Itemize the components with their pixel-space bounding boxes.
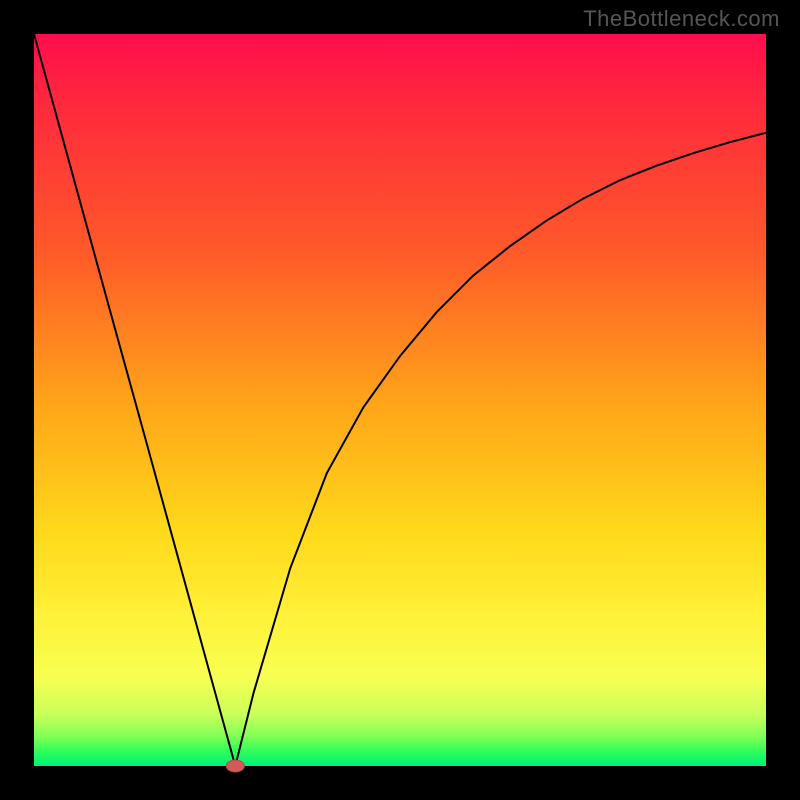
chart-frame: TheBottleneck.com: [0, 0, 800, 800]
watermark-text: TheBottleneck.com: [583, 6, 780, 32]
chart-svg: [34, 34, 766, 766]
minimum-marker: [226, 760, 244, 772]
plot-area: [34, 34, 766, 766]
bottleneck-curve: [34, 34, 766, 766]
